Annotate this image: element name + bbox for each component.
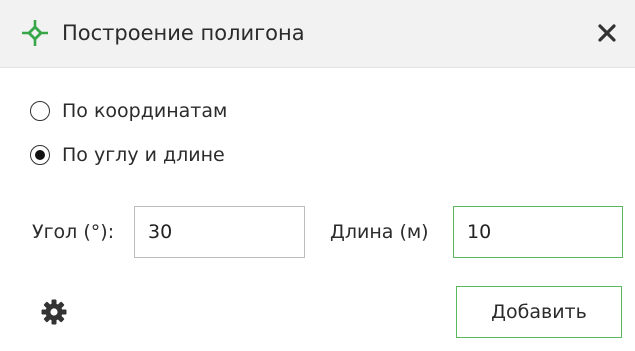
- polygon-crosshair-icon: [20, 18, 50, 48]
- polygon-dialog: Построение полигона По координатам По уг…: [0, 0, 635, 351]
- radio-by-coordinates[interactable]: По координатам: [30, 96, 227, 126]
- gear-icon[interactable]: [40, 298, 68, 326]
- dialog-titlebar: Построение полигона: [0, 0, 635, 68]
- angle-label: Угол (°):: [32, 221, 115, 243]
- length-input[interactable]: 10: [453, 206, 623, 258]
- close-button[interactable]: [591, 17, 623, 49]
- length-label: Длина (м): [330, 221, 429, 243]
- radio-button[interactable]: [30, 101, 50, 121]
- dialog-title: Построение полигона: [62, 21, 305, 45]
- radio-label: По углу и длине: [62, 144, 225, 166]
- radio-label: По координатам: [62, 100, 228, 122]
- radio-by-angle-and-length[interactable]: По углу и длине: [30, 140, 225, 170]
- radio-button-selected[interactable]: [30, 145, 50, 165]
- add-button[interactable]: Добавить: [456, 286, 622, 338]
- angle-input[interactable]: 30: [134, 206, 305, 258]
- close-icon: [598, 24, 616, 42]
